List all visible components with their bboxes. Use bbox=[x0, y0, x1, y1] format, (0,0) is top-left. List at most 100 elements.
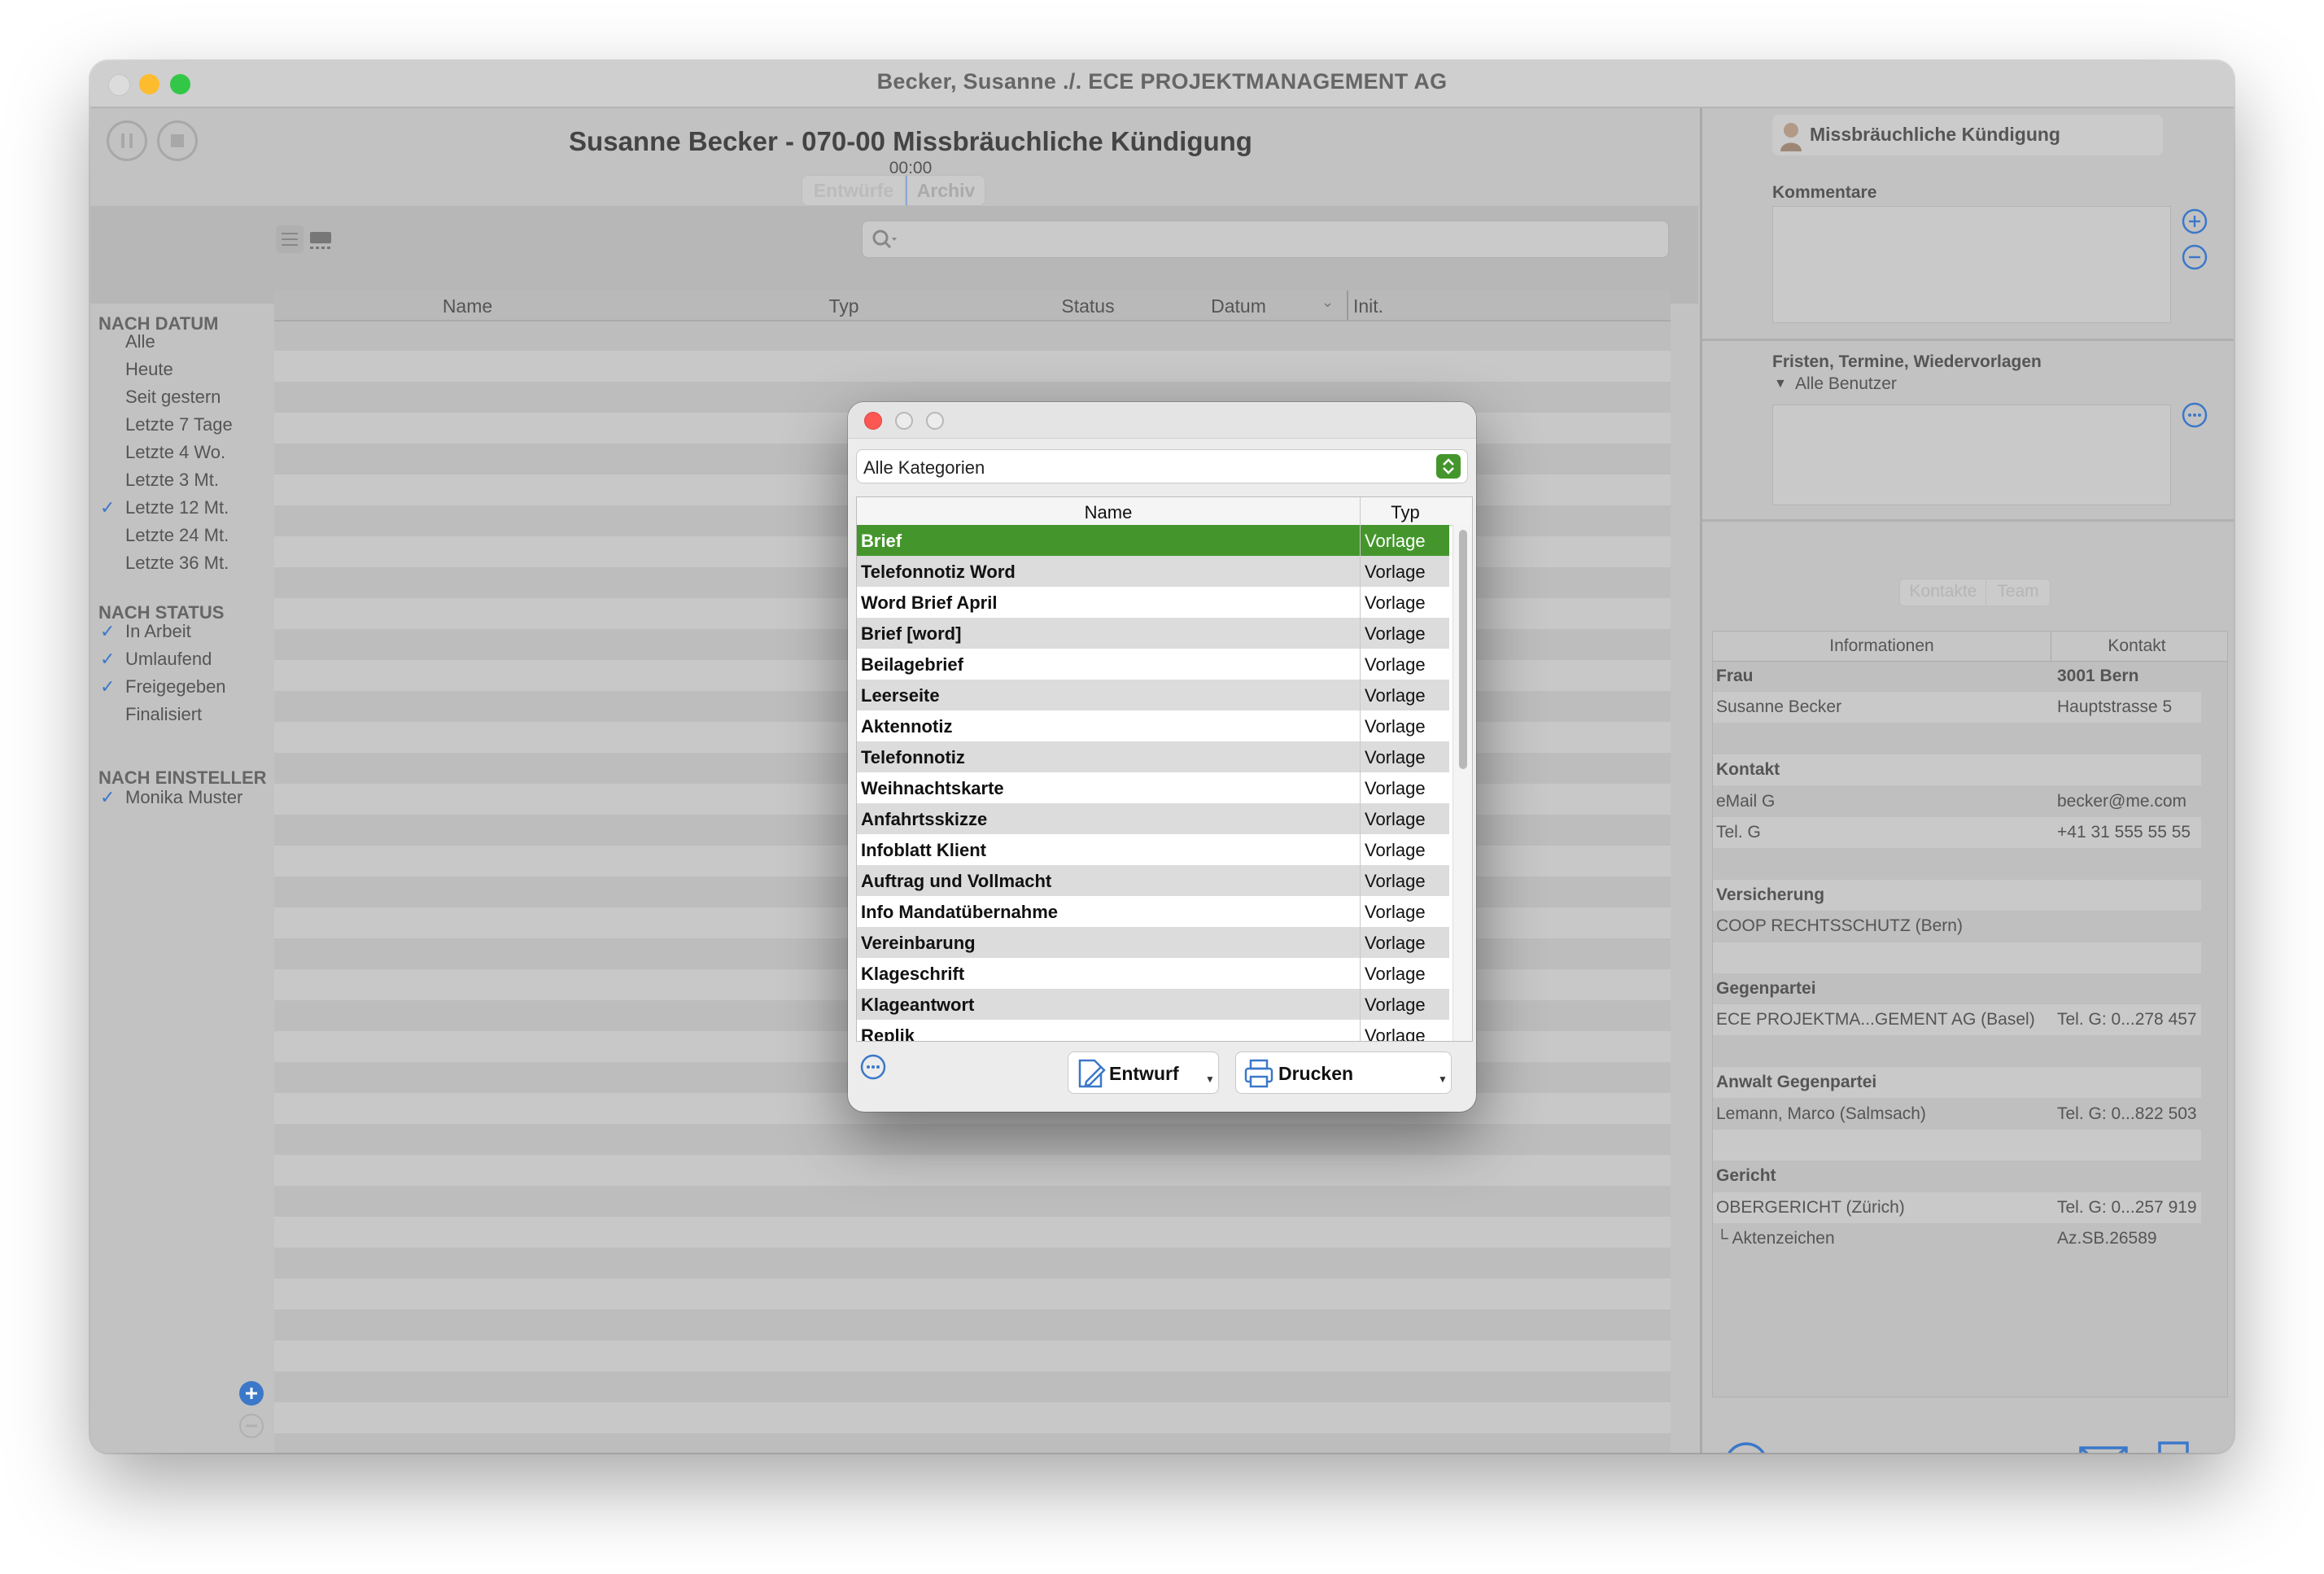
status-filter-item[interactable]: In Arbeit bbox=[125, 621, 191, 642]
column-datum[interactable]: Datum bbox=[1153, 295, 1324, 317]
column-name[interactable]: Name bbox=[857, 502, 1360, 523]
template-row[interactable]: Auftrag und Vollmacht Vorlage bbox=[857, 865, 1449, 896]
dialog-more-button[interactable] bbox=[859, 1053, 887, 1085]
template-name: Anfahrtsskizze bbox=[861, 809, 988, 829]
print-contact-button[interactable] bbox=[2148, 1440, 2199, 1453]
column-divider bbox=[1360, 1020, 1361, 1041]
contact-cell: Hauptstrasse 5 bbox=[2057, 697, 2173, 717]
tab-team[interactable]: Team bbox=[1985, 579, 2051, 606]
template-row[interactable]: Infoblatt Klient Vorlage bbox=[857, 834, 1449, 865]
template-row[interactable]: Aktennotiz Vorlage bbox=[857, 710, 1449, 741]
status-filter-item[interactable]: Umlaufend bbox=[125, 649, 212, 670]
template-row[interactable]: Klageschrift Vorlage bbox=[857, 958, 1449, 989]
template-type: Vorlage bbox=[1365, 1025, 1426, 1042]
template-row[interactable]: Leerseite Vorlage bbox=[857, 680, 1449, 710]
scrollbar-track[interactable] bbox=[1452, 525, 1472, 1041]
template-row[interactable]: Vereinbarung Vorlage bbox=[857, 927, 1449, 958]
checkmark-icon: ✓ bbox=[100, 649, 116, 669]
category-select[interactable]: Alle Kategorien bbox=[856, 449, 1468, 483]
gallery-view-button[interactable] bbox=[307, 225, 334, 253]
column-informationen[interactable]: Informationen bbox=[1713, 636, 2051, 656]
template-type: Vorlage bbox=[1365, 933, 1426, 953]
contact-info-row: Gegenpartei bbox=[1713, 973, 2201, 1004]
template-row[interactable]: Word Brief April Vorlage bbox=[857, 587, 1449, 618]
contact-info-row: Frau 3001 Bern bbox=[1713, 661, 2201, 692]
column-status[interactable]: Status bbox=[1023, 295, 1153, 317]
column-kontakt[interactable]: Kontakt bbox=[2051, 636, 2222, 656]
more-icon bbox=[860, 1054, 886, 1080]
date-filter-item[interactable]: Heute bbox=[125, 359, 173, 380]
date-filter-item[interactable]: Seit gestern bbox=[125, 387, 221, 408]
search-input[interactable] bbox=[862, 221, 1669, 258]
template-row[interactable]: Weihnachtskarte Vorlage bbox=[857, 772, 1449, 803]
contact-info-row: Versicherung bbox=[1713, 879, 2201, 911]
add-comment-button[interactable] bbox=[2181, 208, 2208, 239]
dialog-close-button[interactable] bbox=[864, 412, 882, 430]
date-filter-item[interactable]: Alle bbox=[125, 331, 155, 352]
chevron-updown-icon bbox=[1436, 454, 1461, 479]
add-contact-button[interactable] bbox=[1722, 1440, 1771, 1453]
add-filter-button[interactable] bbox=[239, 1381, 264, 1406]
template-row[interactable]: Anfahrtsskizze Vorlage bbox=[857, 803, 1449, 834]
template-row[interactable]: Klageantwort Vorlage bbox=[857, 989, 1449, 1020]
print-button-label: Drucken bbox=[1278, 1063, 1354, 1084]
mail-button[interactable] bbox=[2078, 1445, 2129, 1453]
tab-kontakte[interactable]: Kontakte bbox=[1899, 579, 1987, 606]
column-divider bbox=[1360, 587, 1361, 618]
template-row[interactable]: Info Mandatübernahme Vorlage bbox=[857, 896, 1449, 927]
date-filter-item[interactable]: Letzte 4 Wo. bbox=[125, 442, 225, 463]
template-row[interactable]: Brief [word] Vorlage bbox=[857, 618, 1449, 649]
info-cell: Gericht bbox=[1716, 1166, 1776, 1186]
dropdown-arrow-icon[interactable]: ▼ bbox=[1205, 1073, 1215, 1085]
column-divider bbox=[1360, 958, 1361, 989]
disclosure-triangle-icon[interactable]: ▼ bbox=[1774, 377, 1787, 391]
draft-button[interactable]: Entwurf ▼ bbox=[1068, 1052, 1219, 1094]
template-table: Name Typ Brief Vorlage Telefonnotiz Word Vo… bbox=[856, 496, 1473, 1042]
dialog-minimize-button[interactable] bbox=[895, 412, 913, 430]
plus-icon bbox=[246, 1388, 257, 1399]
deadlines-more-button[interactable] bbox=[2181, 401, 2208, 433]
comments-field[interactable] bbox=[1772, 206, 2171, 323]
column-divider bbox=[1360, 772, 1361, 803]
draft-button-label: Entwurf bbox=[1109, 1063, 1179, 1084]
tab-entwuerfe[interactable]: Entwürfe bbox=[802, 175, 906, 206]
creator-filter-item[interactable]: Monika Muster bbox=[125, 787, 242, 808]
scrollbar-thumb[interactable] bbox=[1459, 530, 1467, 769]
remove-comment-button[interactable] bbox=[2181, 243, 2208, 275]
template-type: Vorlage bbox=[1365, 685, 1426, 706]
template-type: Vorlage bbox=[1365, 902, 1426, 922]
dialog-zoom-button[interactable] bbox=[926, 412, 944, 430]
tab-archiv[interactable]: Archiv bbox=[906, 175, 985, 206]
template-row[interactable]: Brief Vorlage bbox=[857, 525, 1449, 556]
remove-filter-button[interactable] bbox=[239, 1414, 264, 1438]
status-filter-item[interactable]: Finalisiert bbox=[125, 704, 202, 725]
template-row[interactable]: Beilagebrief Vorlage bbox=[857, 649, 1449, 680]
column-init[interactable]: Init. bbox=[1353, 295, 1383, 317]
template-name: Klageschrift bbox=[861, 964, 965, 984]
template-row[interactable]: Replik Vorlage bbox=[857, 1020, 1449, 1042]
window-titlebar: Becker, Susanne ./. ECE PROJEKTMANAGEMEN… bbox=[90, 61, 2234, 108]
template-row[interactable]: Telefonnotiz Word Vorlage bbox=[857, 556, 1449, 587]
dropdown-arrow-icon[interactable]: ▼ bbox=[1438, 1073, 1448, 1085]
status-filter-item[interactable]: Freigegeben bbox=[125, 676, 226, 697]
date-filter-item[interactable]: Letzte 3 Mt. bbox=[125, 470, 219, 491]
date-filter-item[interactable]: Letzte 24 Mt. bbox=[125, 525, 229, 546]
dialog-titlebar bbox=[848, 402, 1476, 439]
list-view-button[interactable] bbox=[276, 225, 304, 253]
window-title: Becker, Susanne ./. ECE PROJEKTMANAGEMEN… bbox=[876, 69, 1448, 94]
date-filter-item[interactable]: Letzte 7 Tage bbox=[125, 414, 233, 435]
column-name[interactable]: Name bbox=[274, 295, 661, 317]
column-typ[interactable]: Typ bbox=[1361, 502, 1450, 523]
print-button[interactable]: Drucken ▼ bbox=[1235, 1052, 1452, 1094]
plus-icon bbox=[1728, 1442, 1765, 1453]
contact-cell: Tel. G: 0...257 919 bbox=[2057, 1197, 2197, 1217]
column-typ[interactable]: Typ bbox=[669, 295, 1019, 317]
template-row[interactable]: Telefonnotiz Vorlage bbox=[857, 741, 1449, 772]
date-filter-item[interactable]: Letzte 12 Mt. bbox=[125, 497, 229, 518]
info-cell: Susanne Becker bbox=[1716, 697, 1842, 717]
case-button[interactable]: Missbräuchliche Kündigung bbox=[1772, 115, 2163, 155]
contact-info-table: Informationen Kontakt Frau 3001 Bern Susan… bbox=[1712, 631, 2228, 1397]
date-filter-item[interactable]: Letzte 36 Mt. bbox=[125, 553, 229, 574]
document-title: Susanne Becker - 070-00 Missbräuchliche … bbox=[569, 126, 1252, 156]
users-filter[interactable]: Alle Benutzer bbox=[1795, 374, 1897, 394]
